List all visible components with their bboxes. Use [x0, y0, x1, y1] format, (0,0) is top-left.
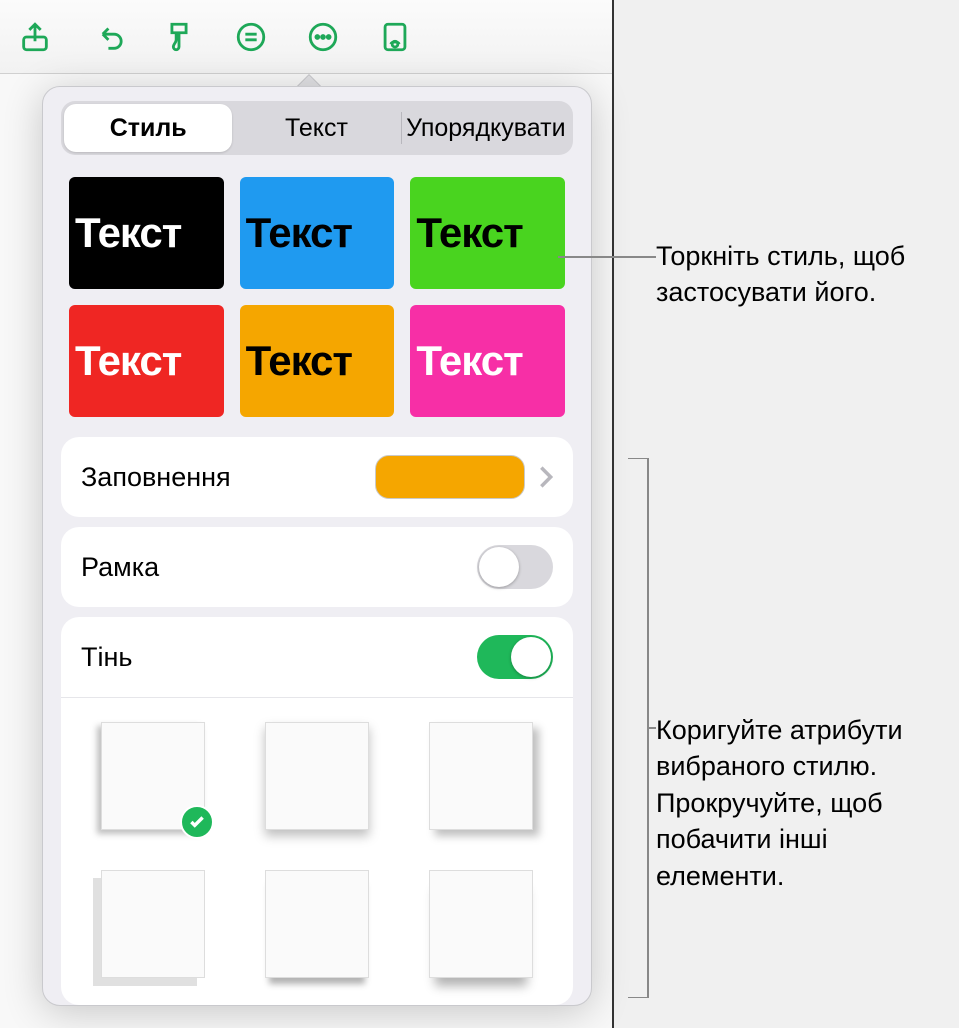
- undo-icon[interactable]: [84, 14, 130, 60]
- style-swatch-0[interactable]: Текст: [69, 177, 224, 289]
- shadow-toggle[interactable]: [477, 635, 553, 679]
- view-icon[interactable]: [372, 14, 418, 60]
- top-toolbar: [0, 0, 612, 74]
- style-swatch-3[interactable]: Текст: [69, 305, 224, 417]
- shadow-style-3[interactable]: [101, 870, 205, 978]
- callout-apply-style: Торкніть стиль, щоб застосувати його.: [656, 238, 946, 311]
- shadow-style-5[interactable]: [429, 870, 533, 978]
- popover-tabs: Стиль Текст Упорядкувати: [61, 101, 573, 155]
- style-swatch-4[interactable]: Текст: [240, 305, 395, 417]
- fill-label: Заповнення: [81, 462, 231, 493]
- shadow-styles-grid: [61, 698, 573, 978]
- tab-style[interactable]: Стиль: [64, 104, 232, 152]
- style-swatch-5[interactable]: Текст: [410, 305, 565, 417]
- format-popover: Стиль Текст Упорядкувати ТекстТекстТекст…: [42, 86, 592, 1006]
- border-label: Рамка: [81, 552, 159, 583]
- shadow-style-1[interactable]: [265, 722, 369, 830]
- checkmark-icon: [180, 805, 214, 839]
- shadow-card: Тінь: [61, 617, 573, 1005]
- fill-card: Заповнення: [61, 437, 573, 517]
- shadow-style-2[interactable]: [429, 722, 533, 830]
- tab-text-label: Текст: [285, 114, 348, 143]
- shadow-label: Тінь: [81, 642, 132, 673]
- callout-adjust-attrs: Коригуйте атрибути вибраного стилю. Прок…: [656, 712, 956, 894]
- more-icon[interactable]: [300, 14, 346, 60]
- style-swatch-1[interactable]: Текст: [240, 177, 395, 289]
- shadow-style-4[interactable]: [265, 870, 369, 978]
- tab-text[interactable]: Текст: [232, 104, 400, 152]
- insert-icon[interactable]: [228, 14, 274, 60]
- chevron-right-icon: [539, 465, 553, 489]
- style-swatch-2[interactable]: Текст: [410, 177, 565, 289]
- share-icon[interactable]: [12, 14, 58, 60]
- tab-arrange-label: Упорядкувати: [406, 114, 565, 143]
- border-toggle[interactable]: [477, 545, 553, 589]
- style-swatches: ТекстТекстТекстТекстТекстТекст: [43, 163, 591, 427]
- shadow-style-0[interactable]: [101, 722, 205, 830]
- fill-row[interactable]: Заповнення: [61, 437, 573, 517]
- callout-adjust-text: Коригуйте атрибути вибраного стилю. Прок…: [656, 715, 903, 891]
- fill-color-chip[interactable]: [375, 455, 525, 499]
- tab-arrange[interactable]: Упорядкувати: [402, 104, 570, 152]
- border-card: Рамка: [61, 527, 573, 607]
- callout-apply-text: Торкніть стиль, щоб застосувати його.: [656, 241, 905, 307]
- format-brush-icon[interactable]: [156, 14, 202, 60]
- border-row: Рамка: [61, 527, 573, 607]
- tab-style-label: Стиль: [110, 114, 187, 143]
- shadow-row: Тінь: [61, 617, 573, 697]
